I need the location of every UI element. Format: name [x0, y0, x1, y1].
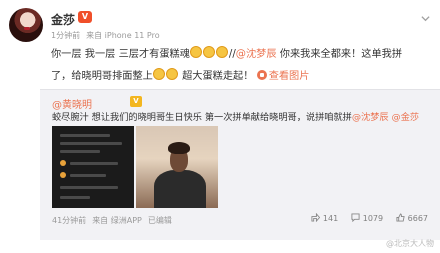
share-count: 141 — [322, 214, 339, 223]
share-icon — [311, 213, 320, 222]
comment-icon — [351, 213, 360, 222]
post-text: 你一层 我一层 三层才有蛋糕魂 //@沈梦辰 你来我来全都来！这单我拼 了，给晓明… — [51, 44, 435, 88]
mention-link[interactable]: @沈梦辰 — [236, 49, 277, 60]
source-prefix: 来自 — [92, 216, 109, 225]
post-device[interactable]: iPhone 11 Pro — [105, 31, 160, 40]
image-detail — [154, 170, 206, 208]
emoji-icon — [152, 68, 165, 80]
image-detail — [70, 162, 118, 165]
reposted-card[interactable]: @黄晓明 V 蛟尽腕汁 想让我们的晓明哥生日快乐 第一次拼单献给晓明哥，说拼咱就… — [40, 89, 440, 240]
image-detail — [60, 186, 118, 189]
share-button[interactable]: 141 — [311, 213, 338, 223]
thumbs-up-icon — [396, 213, 405, 222]
image-detail — [60, 160, 66, 166]
post-username[interactable]: 金莎 — [51, 11, 75, 28]
repost-text: 蛟尽腕汁 想让我们的晓明哥生日快乐 第一次拼单献给晓明哥，说拼咱就拼@沈梦辰 @… — [52, 109, 419, 123]
repost-separator: // — [228, 49, 236, 60]
image-link-icon[interactable] — [256, 70, 267, 80]
repost-source[interactable]: 绿洲APP — [111, 216, 142, 225]
post-text-part: 你一层 我一层 三层才有蛋糕魂 — [51, 49, 190, 60]
post-meta: 1分钟前 来自 iPhone 11 Pro — [51, 30, 160, 41]
mention-link[interactable]: @沈梦辰 — [352, 112, 389, 123]
cake-emoji-icon — [189, 46, 202, 58]
view-images-link[interactable]: 查看图片 — [269, 71, 310, 82]
image-detail — [168, 142, 190, 154]
post-text-part: 你来我来全都来！这单我拼 — [276, 49, 403, 60]
like-count: 6667 — [407, 214, 428, 223]
image-detail — [60, 172, 66, 178]
cake-emoji-icon — [215, 46, 228, 58]
post-time[interactable]: 1分钟前 — [51, 31, 80, 40]
image-detail — [60, 134, 110, 137]
post-text-part: 了，给晓明哥排面整上 — [51, 71, 153, 82]
cake-emoji-icon — [202, 46, 215, 58]
image-detail — [60, 196, 90, 199]
image-detail — [70, 174, 106, 177]
repost-time[interactable]: 41分钟前 — [52, 216, 86, 225]
repost-actions: 141 1079 6667 — [301, 213, 428, 223]
avatar-detail — [24, 27, 30, 30]
image-detail — [60, 142, 122, 145]
avatar[interactable] — [9, 8, 43, 42]
watermark: @北京大人物 — [386, 239, 434, 248]
comment-count: 1079 — [362, 214, 384, 223]
repost-vip-badge: V — [130, 96, 142, 107]
comment-button[interactable]: 1079 — [351, 213, 383, 223]
repost-meta: 41分钟前 来自 绿洲APP 已编辑 — [52, 215, 172, 226]
edited-label[interactable]: 已编辑 — [148, 216, 172, 225]
post-text-part: 超大蛋糕走起！ — [178, 71, 254, 82]
vip-badge: V — [78, 11, 92, 23]
like-button[interactable]: 6667 — [396, 213, 428, 223]
repost-image-screenshot[interactable] — [52, 126, 134, 208]
emoji-icon — [165, 68, 178, 80]
image-detail — [60, 150, 100, 153]
source-prefix: 来自 — [86, 31, 103, 40]
repost-image-portrait[interactable] — [136, 126, 218, 208]
mention-link[interactable]: @金莎 — [389, 112, 420, 123]
chevron-down-icon[interactable] — [421, 14, 430, 23]
repost-text-part: 蛟尽腕汁 想让我们的晓明哥生日快乐 第一次拼单献给晓明哥，说拼咱就拼 — [52, 112, 352, 123]
